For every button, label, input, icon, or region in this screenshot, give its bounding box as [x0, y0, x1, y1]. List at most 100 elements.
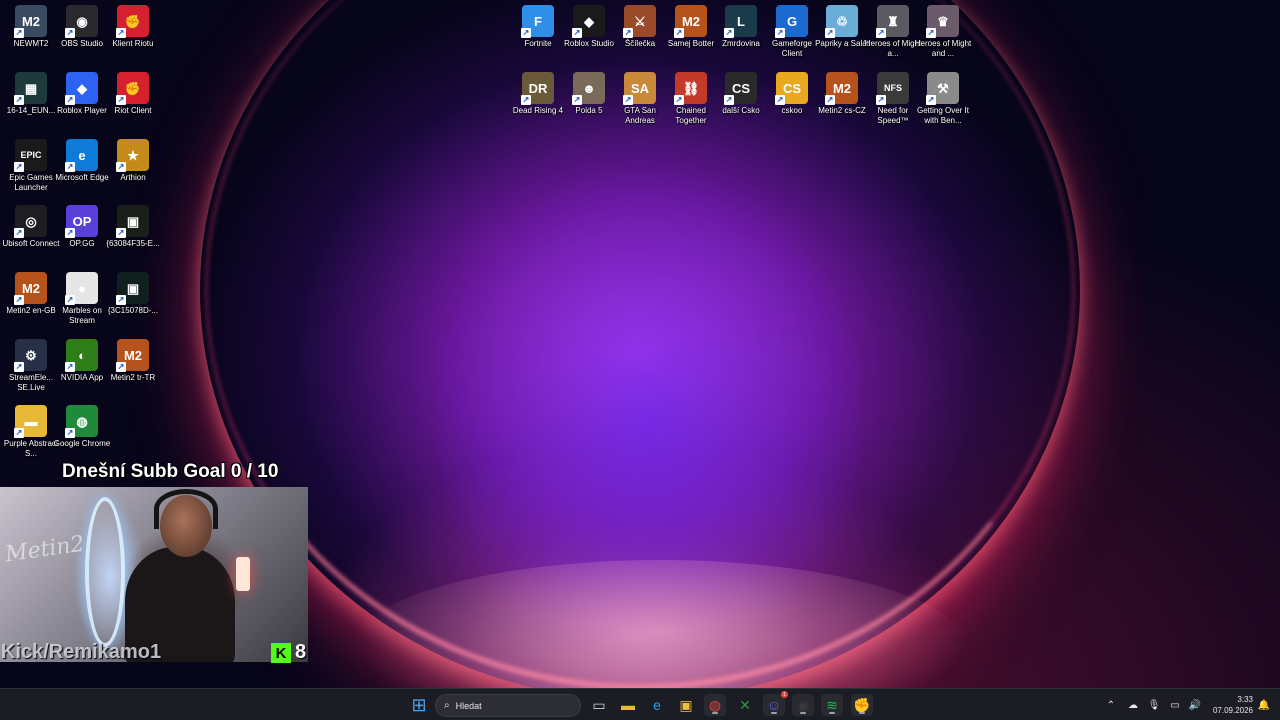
guid-file-icon: ▣ ↗ — [116, 205, 149, 238]
subb-goal-text: Dnešní Subb Goal 0 / 10 — [62, 461, 279, 482]
desktop-icon-label: Riot Client — [114, 106, 152, 115]
desktop-icon[interactable]: ♛ ↗ Heroes of Might and ... — [915, 5, 971, 71]
tray-volume[interactable]: 🔊 — [1187, 696, 1203, 714]
shortcut-arrow-icon: ↗ — [926, 95, 936, 105]
fortnite-icon: F ↗ — [521, 5, 554, 38]
polda-icon: ☻ ↗ — [572, 72, 605, 105]
discord-button[interactable]: ☺ 1 — [763, 691, 788, 716]
shortcut-arrow-icon: ↗ — [14, 295, 24, 305]
desktop-icon[interactable]: EPIC ↗ Epic Games Launcher — [4, 139, 58, 205]
file-explorer-button[interactable]: ▬ — [617, 694, 639, 716]
shortcut-arrow-icon: ↗ — [825, 28, 835, 38]
chrome-button[interactable]: ◍ — [704, 694, 726, 716]
icon-glyph: M2 — [21, 280, 41, 296]
icon-glyph: ⚙ — [25, 347, 37, 363]
desktop-icon[interactable]: ⚙ ↗ StreamEle... SE.Live — [4, 339, 58, 405]
desktop-icon[interactable]: ▣ ↗ {63084F35-E... — [106, 205, 160, 271]
shortcut-arrow-icon: ↗ — [572, 95, 582, 105]
tray-microphone[interactable]: 🎙 — [1146, 696, 1162, 714]
guid-file-icon-2: ▣ ↗ — [116, 272, 149, 305]
desktop-icon[interactable]: ♲ ↗ Papriky a Salát — [815, 5, 869, 71]
icon-glyph: M2 — [832, 80, 852, 96]
desktop-icon[interactable]: M2 ↗ Metin2 en-GB — [4, 272, 58, 338]
shortcut-arrow-icon: ↗ — [623, 95, 633, 105]
desktop-icon[interactable]: ☻ ↗ Polda 5 — [562, 72, 616, 138]
icon-glyph: ⛓ — [682, 80, 700, 96]
edge-button[interactable]: e — [646, 694, 668, 716]
icon-glyph: ♲ — [836, 13, 848, 29]
desktop-icon[interactable]: ◆ ↗ Roblox Studio — [562, 5, 616, 71]
icon-glyph: G — [786, 13, 798, 29]
desktop-icon[interactable]: ▣ ↗ {3C15078D-... — [106, 272, 160, 338]
desktop-icon[interactable]: ★ ↗ Arthion — [106, 139, 160, 205]
riot-icon: ✊ — [853, 696, 871, 713]
obs-button[interactable]: ◉ — [792, 694, 814, 716]
shortcut-arrow-icon: ↗ — [876, 28, 886, 38]
shortcut-arrow-icon: ↗ — [724, 28, 734, 38]
icon-glyph: DR — [528, 80, 548, 96]
task-view-button[interactable]: ▭ — [588, 694, 610, 716]
notification-badge: 1 — [781, 691, 788, 698]
tray-onedrive[interactable]: ☁ — [1125, 696, 1141, 714]
viewer-count: 8 — [295, 641, 307, 663]
store-button[interactable]: ▣ — [675, 694, 697, 716]
desktop-icon[interactable]: M2 ↗ Metin2 tr-TR — [106, 339, 160, 405]
desktop-icon[interactable]: ♜ ↗ Heroes of Might a... — [865, 5, 921, 71]
icon-glyph: ▣ — [126, 280, 140, 296]
desktop-icon[interactable]: M2 ↗ NEWMT2 — [4, 5, 58, 71]
shortcut-arrow-icon: ↗ — [623, 28, 633, 38]
desktop-icon[interactable]: DR ↗ Dead Rising 4 — [511, 72, 565, 138]
running-indicator — [859, 712, 865, 714]
start-button[interactable]: ⊞ — [408, 694, 430, 716]
shortcut-arrow-icon: ↗ — [775, 28, 785, 38]
desktop-icon[interactable]: ✊ ↗ Riot Client — [106, 72, 160, 138]
icon-glyph: OP — [72, 213, 92, 229]
desktop-icon[interactable]: ▦ ↗ 16-14_EUN... — [4, 72, 58, 138]
desktop-icon-label: Getting Over It with Ben... — [916, 106, 970, 125]
arthion-icon: ★ ↗ — [116, 139, 149, 172]
desktop-icon[interactable]: ✊ ↗ Klient Riotu — [106, 5, 160, 71]
desktop-icon[interactable]: CS ↗ další Csko — [714, 72, 768, 138]
shortcut-arrow-icon: ↗ — [65, 28, 75, 38]
desktop-icon[interactable]: ⚔ ↗ Ščílečka — [613, 5, 667, 71]
desktop-icon[interactable]: M2 ↗ Metin2 cs-CZ — [815, 72, 869, 138]
desktop-icon[interactable]: ⚒ ↗ Getting Over It with Ben... — [916, 72, 970, 138]
taskbar-search[interactable]: ⌕ Hledat — [435, 694, 581, 717]
tray-network[interactable]: ▭ — [1167, 696, 1183, 714]
desktop-icon[interactable]: ▬ ↗ Purple Abstract S... — [4, 405, 58, 471]
icon-glyph: ◆ — [77, 80, 87, 96]
desktop-icon[interactable]: G ↗ Gameforge Client — [765, 5, 819, 71]
desktop-icon[interactable]: ◐ ↗ NVIDIA App — [55, 339, 109, 405]
icon-glyph: ● — [78, 280, 86, 296]
icon-glyph: CS — [782, 80, 802, 96]
riot-client-icon: ✊ ↗ — [116, 72, 149, 105]
spotify-button[interactable]: ≋ — [821, 694, 843, 716]
riot-button[interactable]: ✊ — [851, 694, 873, 716]
desktop-icon[interactable]: ◆ ↗ Roblox Player — [55, 72, 109, 138]
desktop-icon[interactable]: e ↗ Microsoft Edge — [55, 139, 109, 205]
gameforge-icon: G ↗ — [775, 5, 808, 38]
notification-bell-icon[interactable]: 🔔 — [1256, 696, 1272, 714]
ubisoft-icon: ◎ ↗ — [14, 205, 47, 238]
desktop-icon[interactable]: F ↗ Fortnite — [511, 5, 565, 71]
desktop-icon[interactable]: OP ↗ OP.GG — [55, 205, 109, 271]
xbox-button[interactable]: ✕ — [734, 694, 756, 716]
microphone-icon: 🎙 — [1147, 699, 1161, 711]
desktop-icon[interactable]: CS ↗ cskoo — [765, 72, 819, 138]
shortcut-arrow-icon: ↗ — [14, 428, 24, 438]
shortcut-arrow-icon: ↗ — [116, 362, 126, 372]
clock[interactable]: 3:33 07.09.2026 — [1205, 694, 1253, 716]
desktop-icon[interactable]: ◎ ↗ Ubisoft Connect — [3, 205, 59, 271]
icon-glyph: M2 — [123, 347, 143, 363]
desktop-icon[interactable]: L ↗ Zmrdovina — [714, 5, 768, 71]
desktop-icon[interactable]: NFS ↗ Need for Speed™ — [866, 72, 920, 138]
desktop-icon[interactable]: ● ↗ Marbles on Stream — [55, 272, 109, 338]
desktop-icon[interactable]: SA ↗ GTA San Andreas — [613, 72, 667, 138]
running-indicator — [829, 712, 835, 714]
desktop-icon[interactable]: M2 ↗ Samej Botter — [664, 5, 718, 71]
game-shortcut-icon: ⚔ ↗ — [623, 5, 656, 38]
shortcut-arrow-icon: ↗ — [572, 28, 582, 38]
tray-overflow-chevron[interactable]: ⌃ — [1103, 696, 1119, 714]
desktop-icon[interactable]: ⛓ ↗ Chained Together — [664, 72, 718, 138]
desktop-icon[interactable]: ◉ ↗ OBS Studio — [55, 5, 109, 71]
